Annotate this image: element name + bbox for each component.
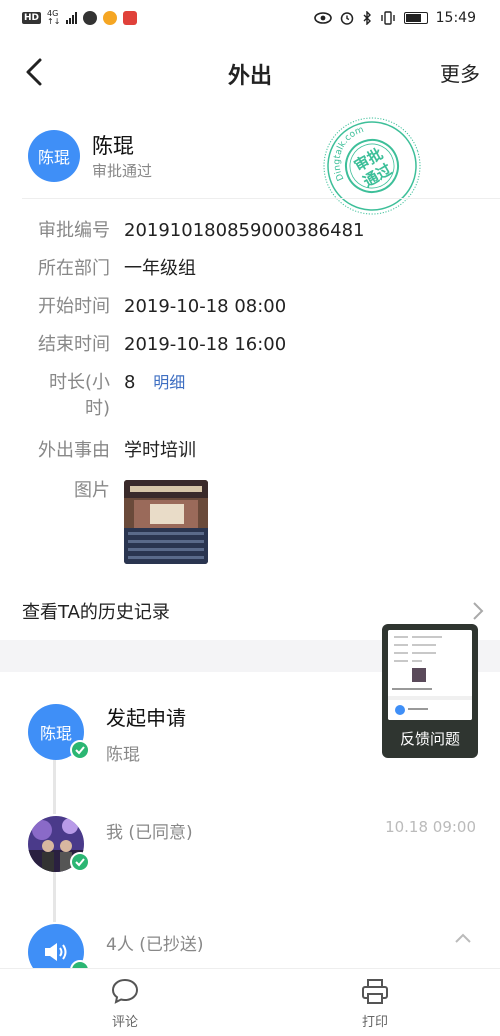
photo-label: 图片 (74, 480, 110, 501)
approval-time: 10.18 09:00 (385, 818, 476, 836)
news-app-icon (123, 11, 138, 25)
reason-label: 外出事由 (38, 440, 110, 461)
signal-icon (66, 12, 78, 24)
reason-value: 学时培训 (124, 440, 196, 461)
battery-icon (403, 12, 428, 24)
screenshot-preview-image (388, 630, 472, 720)
approval-number-label: 审批编号 (38, 220, 110, 241)
status-bar: HD 4G ↑↓ 15:49 (0, 0, 500, 36)
check-icon (70, 740, 90, 760)
bluetooth-icon (363, 11, 371, 25)
comment-icon (111, 978, 139, 1004)
nav-bar: 外出 更多 (0, 36, 500, 108)
duration-label: 时长(小 时) (22, 370, 110, 422)
feedback-label: 反馈问题 (399, 730, 460, 748)
timeline-step-person: 陈琨 (106, 745, 140, 765)
end-time-value: 2019-10-18 16:00 (124, 334, 287, 355)
duration-label-line1: 时长(小 (48, 372, 110, 393)
duration-hours: 8 (124, 372, 136, 393)
bottom-toolbar: 评论 打印 (0, 968, 500, 1036)
feedback-floating-button[interactable]: 反馈问题 (382, 624, 478, 758)
approval-status: 审批通过 (92, 162, 153, 180)
status-time: 15:49 (435, 10, 476, 26)
applicant-name: 陈琨 (92, 134, 134, 158)
attached-photo[interactable] (124, 480, 208, 564)
app-notification-icon (83, 11, 98, 25)
status-bar-right: 15:49 (313, 10, 476, 26)
printer-icon (362, 979, 388, 1004)
department-label: 所在部门 (38, 258, 110, 279)
duration-label-line2: 时) (84, 398, 110, 419)
comment-button[interactable]: 评论 (85, 977, 165, 1030)
department-value: 一年级组 (124, 258, 196, 279)
print-button[interactable]: 打印 (335, 977, 415, 1030)
duration-detail-link[interactable]: 明细 (153, 373, 185, 392)
approval-number-value: 20191018085900038648​1 (124, 220, 365, 241)
speaker-icon (45, 943, 67, 961)
weibo-icon (103, 11, 118, 25)
chevron-up-icon[interactable] (454, 932, 472, 944)
page-title: 外出 (227, 64, 272, 89)
training-photo-image (124, 480, 208, 564)
timeline-step-title: 发起申请 (106, 706, 186, 730)
network-type-icon: 4G ↑↓ (47, 10, 60, 26)
approver-status: 我 (已同意) (106, 823, 193, 843)
alarm-icon (340, 12, 353, 25)
timeline-connector (53, 760, 56, 814)
eye-icon (313, 12, 332, 24)
chevron-right-icon[interactable] (470, 600, 486, 622)
end-time-label: 结束时间 (38, 334, 110, 355)
start-time-label: 开始时间 (38, 296, 110, 317)
feedback-screenshot-thumbnail (388, 630, 472, 720)
start-time-value: 2019-10-18 08:00 (124, 296, 287, 317)
comment-label: 评论 (111, 1015, 138, 1030)
duration-value: 8 明细 (124, 370, 185, 396)
check-icon (70, 852, 90, 872)
network-direction-label: ↑↓ (47, 17, 61, 26)
status-bar-left: HD 4G ↑↓ (22, 10, 138, 26)
timeline-connector (53, 872, 56, 922)
hd-indicator: HD (22, 12, 42, 24)
cc-status: 4人 (已抄送) (106, 935, 204, 955)
header-divider (22, 198, 500, 199)
more-button[interactable]: 更多 (440, 58, 480, 87)
print-label: 打印 (361, 1015, 388, 1030)
approved-stamp: Dingtalk.com 审批 通过 (323, 117, 421, 215)
view-history-link[interactable]: 查看TA的历史记录 (22, 598, 170, 624)
applicant-avatar: 陈琨 (28, 130, 80, 182)
vibrate-icon (380, 11, 395, 25)
